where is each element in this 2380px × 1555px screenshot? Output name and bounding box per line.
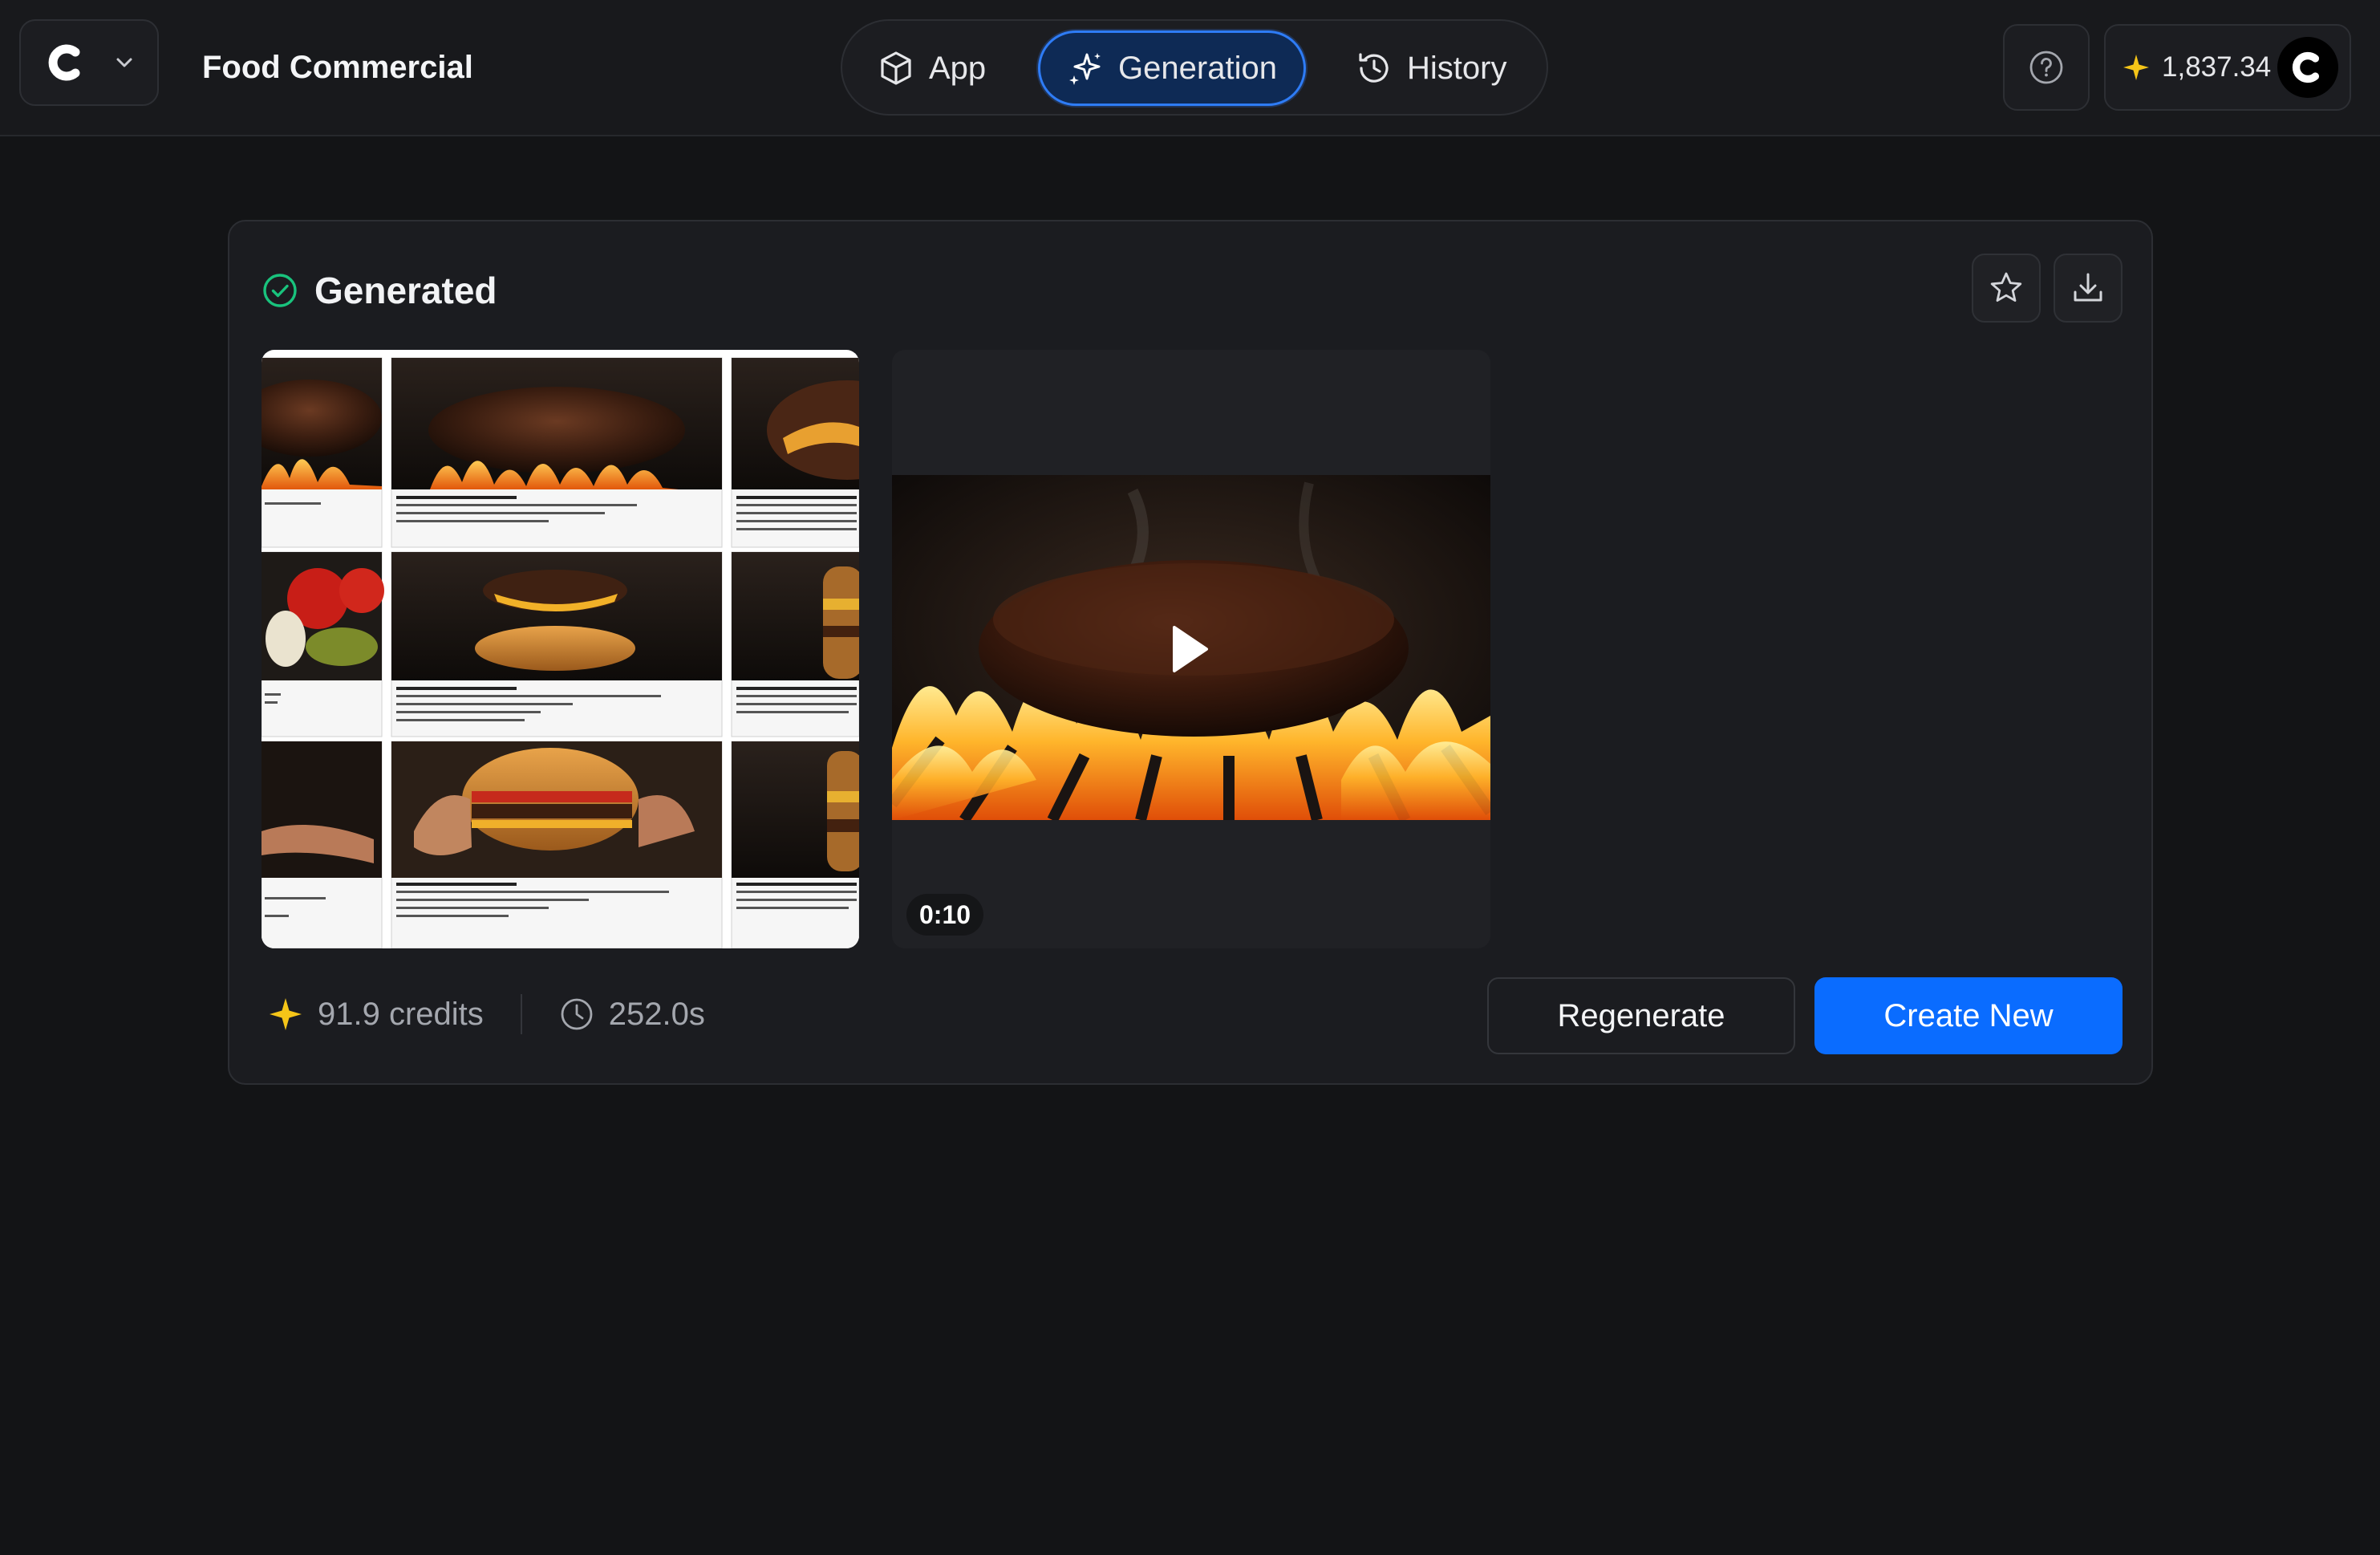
credits-balance[interactable]: 1,837.34	[2104, 24, 2351, 111]
history-icon	[1359, 53, 1389, 83]
project-title: Food Commercial	[202, 50, 473, 85]
help-button[interactable]	[2003, 24, 2090, 111]
tab-generation-label: Generation	[1118, 50, 1277, 86]
download-button[interactable]	[2054, 254, 2123, 323]
elapsed-time-label: 252.0s	[608, 996, 705, 1032]
sparkles-icon	[1069, 53, 1101, 85]
chevron-down-icon	[112, 51, 136, 75]
generation-meta: 91.9 credits 252.0s	[268, 990, 705, 1038]
tab-history-label: History	[1407, 50, 1507, 86]
storyboard-grid	[262, 357, 859, 948]
clock-icon	[561, 998, 593, 1030]
regenerate-button[interactable]: Regenerate	[1487, 977, 1795, 1054]
tab-app-label: App	[929, 50, 987, 86]
workspace-switcher[interactable]	[19, 19, 159, 106]
video-duration: 0:10	[906, 894, 984, 936]
credits-amount: 1,837.34	[2162, 51, 2272, 83]
storyboard-image[interactable]	[262, 350, 859, 948]
credits-used: 91.9 credits	[268, 997, 484, 1033]
status-row: Generated	[262, 266, 497, 315]
tab-history[interactable]: History	[1352, 30, 1510, 106]
sparkle-icon	[270, 998, 302, 1030]
star-icon	[1990, 272, 2022, 302]
top-bar: Food Commercial App Generation History 1…	[0, 0, 2380, 136]
question-circle-icon	[2029, 51, 2063, 84]
credits-used-label: 91.9 credits	[318, 996, 484, 1032]
storyboard-panels	[262, 357, 859, 948]
check-circle-icon	[263, 274, 297, 307]
generation-result-card: Generated 0:10 91.9 credits 252.0s Regen…	[228, 220, 2153, 1085]
tab-generation[interactable]: Generation	[1038, 30, 1306, 106]
meta-divider	[520, 994, 522, 1034]
brand-logo-icon	[2292, 51, 2320, 83]
cube-icon	[881, 51, 911, 85]
play-icon[interactable]	[1165, 621, 1213, 677]
avatar[interactable]	[2277, 37, 2338, 98]
status-label: Generated	[314, 270, 497, 311]
video-preview[interactable]: 0:10	[892, 350, 1490, 948]
elapsed-time: 252.0s	[559, 997, 705, 1033]
download-icon	[2074, 273, 2102, 302]
sparkle-icon	[2123, 55, 2149, 80]
create-new-button[interactable]: Create New	[1814, 977, 2123, 1054]
mode-tabs: App Generation History	[841, 19, 1548, 116]
tab-app[interactable]: App	[874, 30, 989, 106]
brand-logo-icon	[45, 41, 88, 84]
favorite-button[interactable]	[1972, 254, 2041, 323]
